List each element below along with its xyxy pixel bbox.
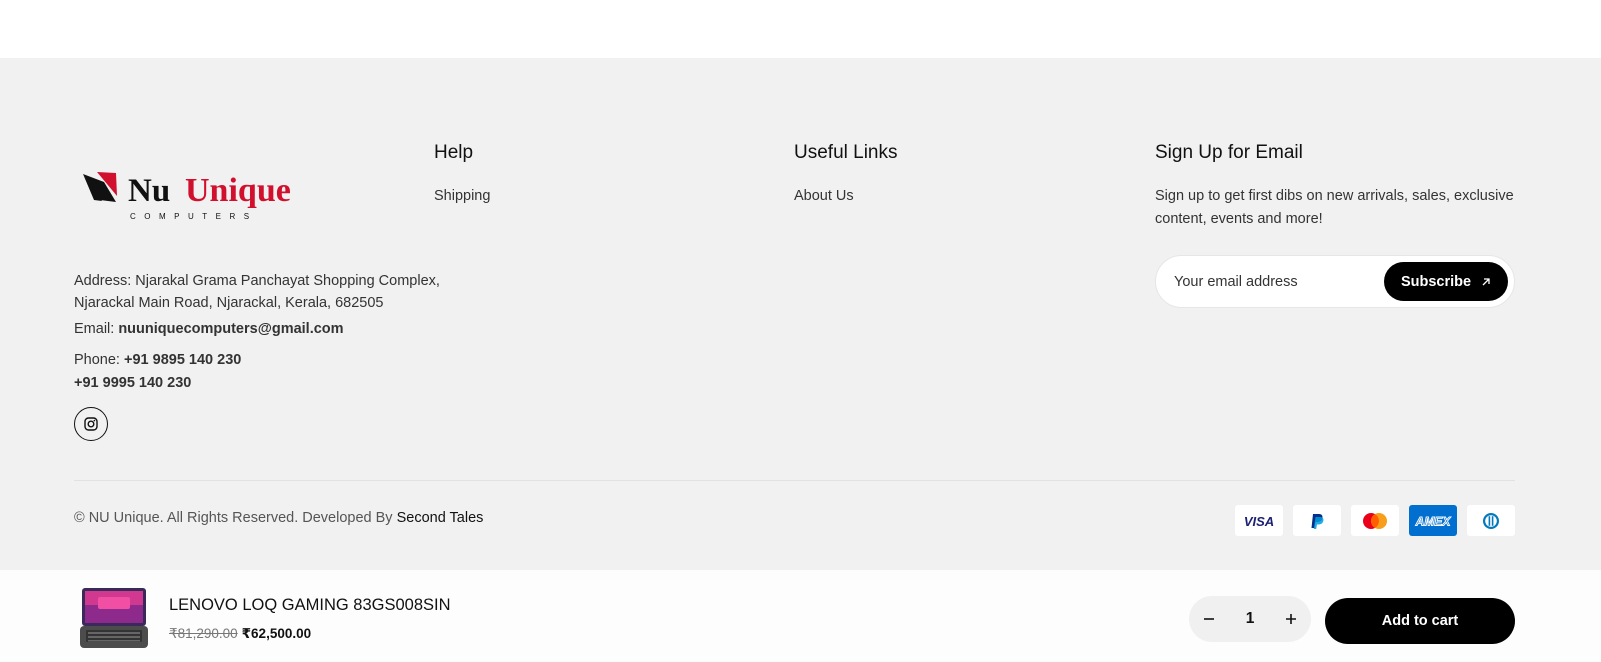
developer-link[interactable]: Second Tales <box>397 510 484 526</box>
quantity-stepper: 1 <box>1189 596 1311 642</box>
svg-text:VISA: VISA <box>1244 514 1274 529</box>
minus-icon <box>1204 618 1214 620</box>
address-line-2: Njarackal Main Road, Njarackal, Kerala, … <box>74 295 384 311</box>
signup-description: Sign up to get first dibs on new arrival… <box>1155 188 1514 227</box>
site-footer: Nu Unique COMPUTERS Help Shipping Useful… <box>0 58 1601 570</box>
brand-logo[interactable]: Nu Unique COMPUTERS <box>80 166 320 226</box>
product-name: LENOVO LOQ GAMING 83GS008SIN <box>169 596 451 614</box>
product-price: ₹81,290.00 ₹62,500.00 <box>169 626 311 642</box>
instagram-icon <box>84 417 98 431</box>
signup-heading: Sign Up for Email <box>1155 142 1303 163</box>
store-address: Address: Njarakal Grama Panchayat Shoppi… <box>74 270 474 314</box>
sale-price: ₹62,500.00 <box>241 626 312 641</box>
newsletter-form: Subscribe <box>1155 255 1515 308</box>
quantity-value[interactable]: 1 <box>1229 596 1271 642</box>
logo-name-left: Nu <box>128 173 170 209</box>
address-line-1: Address: Njarakal Grama Panchayat Shoppi… <box>74 273 440 289</box>
laptop-image <box>80 588 148 648</box>
visa-icon: VISA <box>1235 505 1283 536</box>
logo-name-right: Unique <box>185 172 291 209</box>
arrow-up-right-icon <box>1482 277 1490 285</box>
footer-divider <box>74 480 1515 481</box>
about-us-link[interactable]: About Us <box>794 188 854 204</box>
subscribe-label: Subscribe <box>1400 273 1472 290</box>
email-link[interactable]: nuuniquecomputers@gmail.com <box>118 321 343 337</box>
plus-icon <box>1286 614 1296 624</box>
instagram-link[interactable] <box>74 407 108 441</box>
sticky-add-to-cart-bar: LENOVO LOQ GAMING 83GS008SIN ₹81,290.00 ₹… <box>0 570 1601 662</box>
add-to-cart-button[interactable]: Add to cart <box>1325 598 1515 644</box>
contact-email: Email: nuuniquecomputers@gmail.com <box>74 321 344 337</box>
useful-links-heading: Useful Links <box>794 142 898 163</box>
payment-methods: VISA AMEX <box>1235 505 1515 536</box>
phone-label: Phone: <box>74 352 124 368</box>
decrease-quantity-button[interactable] <box>1189 596 1229 642</box>
copyright-prefix: © NU Unique. All Rights Reserved. Develo… <box>74 510 397 526</box>
copyright-text: © NU Unique. All Rights Reserved. Develo… <box>74 510 483 526</box>
help-heading: Help <box>434 142 474 163</box>
shipping-link[interactable]: Shipping <box>434 188 490 204</box>
original-price: ₹81,290.00 <box>169 626 238 641</box>
newsletter-email-input[interactable] <box>1174 256 1374 307</box>
page-top-area <box>0 0 1601 58</box>
phone-link-1[interactable]: +91 9895 140 230 <box>124 352 241 368</box>
logo-graphic: Nu Unique COMPUTERS <box>83 172 291 221</box>
diners-club-icon <box>1467 505 1515 536</box>
amex-icon: AMEX <box>1409 505 1457 536</box>
product-thumbnail[interactable] <box>80 586 148 650</box>
paypal-icon <box>1293 505 1341 536</box>
email-label: Email: <box>74 321 119 337</box>
contact-phone: Phone: +91 9895 140 230 +91 9995 140 230 <box>74 349 241 395</box>
increase-quantity-button[interactable] <box>1271 596 1311 642</box>
mastercard-icon <box>1351 505 1399 536</box>
subscribe-button[interactable]: Subscribe <box>1384 262 1508 301</box>
logo-tagline: COMPUTERS <box>130 212 258 221</box>
svg-text:AMEX: AMEX <box>1415 514 1452 528</box>
phone-link-2[interactable]: +91 9995 140 230 <box>74 375 191 391</box>
